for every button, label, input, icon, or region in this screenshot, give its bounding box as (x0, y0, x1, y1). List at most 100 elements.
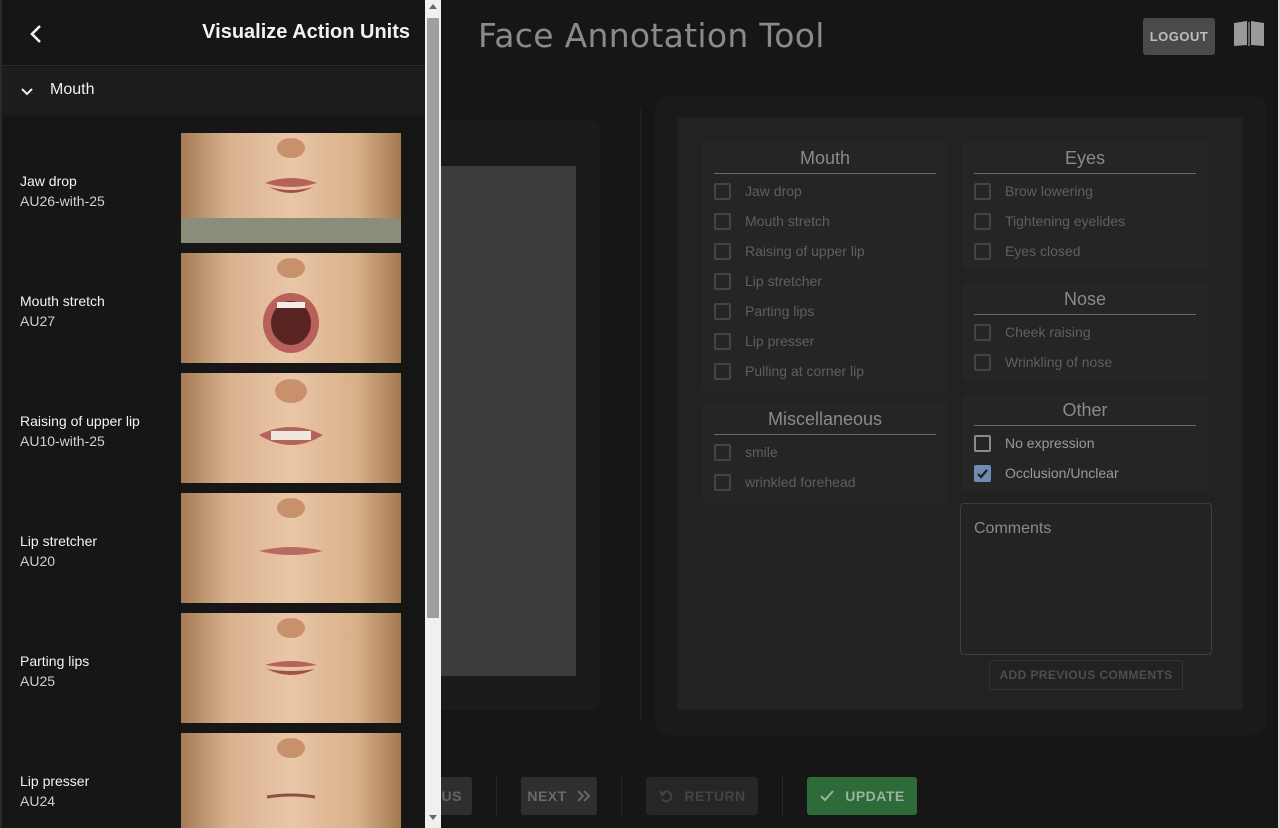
au-code: AU24 (20, 793, 56, 809)
au-name: Lip presser (20, 773, 90, 789)
check-icon (977, 468, 988, 479)
group-title: Other (1062, 400, 1108, 420)
return-label: RETURN (684, 788, 746, 804)
return-button[interactable]: RETURN (646, 777, 758, 815)
checkbox-box[interactable] (714, 242, 731, 260)
checkbox-wrinkled-forehead[interactable]: wrinkled forehead (714, 472, 856, 492)
checkbox-label: Pulling at corner lip (745, 363, 865, 379)
checkbox-label: Lip stretcher (745, 273, 823, 289)
button-divider (621, 775, 622, 817)
au-example-image (181, 133, 401, 243)
checkbox-label: No expression (1005, 435, 1095, 451)
au-example-image (181, 493, 401, 603)
checkbox-pulling-corner-lip[interactable]: Pulling at corner lip (714, 361, 864, 381)
scroll-up-arrow-icon[interactable] (429, 4, 437, 9)
misc-group: Miscellaneous smile wrinkled forehead (702, 403, 948, 503)
double-chevron-right-icon (577, 790, 590, 802)
checkbox-occlusion-unclear[interactable]: Occlusion/Unclear (974, 463, 1119, 483)
au-example-image (181, 253, 401, 363)
checkbox-box[interactable] (714, 272, 731, 290)
group-divider (974, 173, 1196, 174)
au-example-image (181, 613, 401, 723)
checkbox-eyes-closed[interactable]: Eyes closed (974, 241, 1080, 261)
action-units-drawer: Visualize Action Units Mouth Jaw drop AU… (0, 0, 425, 828)
checkbox-box[interactable] (714, 362, 731, 380)
au-example-image (181, 373, 401, 483)
checkbox-jaw-drop[interactable]: Jaw drop (714, 181, 802, 201)
checkbox-box[interactable] (974, 182, 991, 200)
checkbox-parting-lips[interactable]: Parting lips (714, 301, 814, 321)
checkbox-label: smile (745, 444, 778, 460)
checkbox-lip-stretcher[interactable]: Lip stretcher (714, 271, 822, 291)
au-name: Mouth stretch (20, 293, 105, 309)
au-name: Parting lips (20, 653, 90, 669)
checkbox-smile[interactable]: smile (714, 442, 778, 462)
group-divider (714, 173, 936, 174)
group-title: Miscellaneous (767, 409, 883, 429)
checkbox-box[interactable] (974, 434, 991, 452)
checkbox-box[interactable] (714, 212, 731, 230)
logout-button[interactable]: LOGOUT (1143, 18, 1215, 55)
update-label: UPDATE (845, 788, 905, 804)
checkbox-box[interactable] (714, 332, 731, 350)
checkbox-label: Mouth stretch (745, 213, 830, 229)
checkbox-label: Occlusion/Unclear (1005, 465, 1119, 481)
au-code: AU10-with-25 (20, 433, 105, 449)
au-example-image (181, 733, 401, 828)
checkbox-label: Brow lowering (1005, 183, 1093, 199)
checkbox-box[interactable] (974, 212, 991, 230)
checkbox-tightening-eyelides[interactable]: Tightening eyelides (974, 211, 1125, 231)
checkbox-brow-lowering[interactable]: Brow lowering (974, 181, 1093, 201)
group-title: Nose (1063, 289, 1107, 309)
checkbox-label: wrinkled forehead (745, 474, 856, 490)
eyes-group: Eyes Brow lowering Tightening eyelides E… (962, 142, 1208, 270)
checkbox-box[interactable] (714, 443, 731, 461)
comments-field[interactable]: Comments (960, 503, 1212, 655)
checkbox-box[interactable] (714, 473, 731, 491)
checkbox-label: Cheek raising (1005, 324, 1091, 340)
book-icon[interactable] (1232, 19, 1266, 47)
mouth-group: Mouth Jaw drop Mouth stretch Raising of … (702, 142, 948, 392)
checkbox-raising-upper-lip[interactable]: Raising of upper lip (714, 241, 865, 261)
checkbox-label: Raising of upper lip (745, 243, 865, 259)
au-code: AU20 (20, 553, 56, 569)
scroll-down-arrow-icon[interactable] (429, 815, 437, 820)
list-item: Parting lips AU25 (2, 596, 425, 723)
button-divider (496, 775, 497, 817)
nose-group: Nose Cheek raising Wrinkling of nose (962, 283, 1208, 381)
list-item: Mouth stretch AU27 (2, 236, 425, 363)
list-item: Lip presser AU24 (2, 716, 425, 828)
scrollbar-thumb[interactable] (427, 18, 439, 618)
next-label: NEXT (527, 788, 567, 804)
checkbox-cheek-raising[interactable]: Cheek raising (974, 322, 1091, 342)
checkbox-box[interactable] (714, 302, 731, 320)
checkbox-wrinkling-nose[interactable]: Wrinkling of nose (974, 352, 1112, 372)
list-item: Raising of upper lip AU10-with-25 (2, 356, 425, 483)
divider (640, 108, 641, 720)
checkbox-no-expression[interactable]: No expression (974, 433, 1095, 453)
checkbox-label: Jaw drop (745, 183, 802, 199)
checkbox-box[interactable] (974, 242, 991, 260)
au-code: AU27 (20, 313, 56, 329)
checkbox-box[interactable] (974, 353, 991, 371)
checkbox-label: Lip presser (745, 333, 815, 349)
checkbox-box[interactable] (714, 182, 731, 200)
checkbox-lip-presser[interactable]: Lip presser (714, 331, 814, 351)
checkbox-box[interactable] (974, 323, 991, 341)
list-item: Lip stretcher AU20 (2, 476, 425, 603)
next-button[interactable]: NEXT (521, 777, 597, 815)
drawer-header: Visualize Action Units (2, 0, 425, 66)
add-previous-comments-button[interactable]: ADD PREVIOUS COMMENTS (989, 660, 1183, 690)
checkbox-mouth-stretch[interactable]: Mouth stretch (714, 211, 830, 231)
checkbox-box-checked[interactable] (974, 464, 991, 482)
checkbox-label: Wrinkling of nose (1005, 354, 1113, 370)
group-title: Eyes (1064, 148, 1106, 168)
section-header-mouth[interactable]: Mouth (2, 67, 425, 115)
update-button[interactable]: UPDATE (807, 777, 917, 815)
au-name: Lip stretcher (20, 533, 98, 549)
checkbox-label: Eyes closed (1005, 243, 1081, 259)
list-item: Jaw drop AU26-with-25 (2, 116, 425, 243)
group-title: Mouth (799, 148, 851, 168)
back-arrow-icon[interactable] (26, 24, 46, 44)
app-title: Face Annotation Tool (478, 16, 825, 55)
